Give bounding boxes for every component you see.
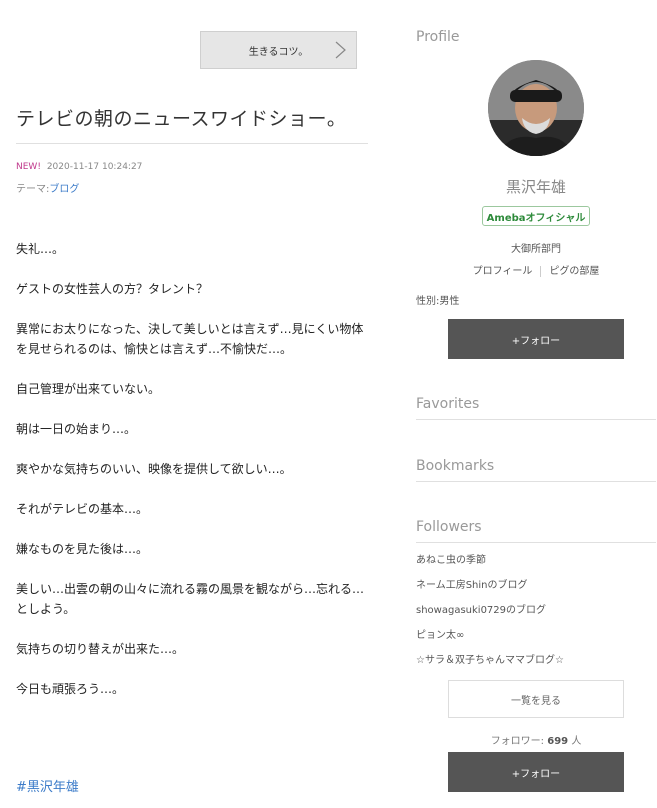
article-paragraph: 今日も頑張ろう…。 — [16, 682, 125, 696]
bookmarks-divider — [416, 481, 656, 482]
profile-heading: Profile — [416, 29, 460, 45]
theme-link[interactable]: ブログ — [49, 184, 79, 195]
profile-gender: 性別:男性 — [416, 296, 460, 307]
official-badge: Amebaオフィシャル — [482, 206, 590, 226]
favorites-heading: Favorites — [416, 396, 480, 412]
see-all-followers-button[interactable]: 一覧を見る — [448, 680, 624, 718]
profile-name: 黒沢年雄 — [505, 178, 566, 196]
follower-item[interactable]: ネーム工房Shinのブログ — [416, 573, 656, 598]
followers-heading: Followers — [416, 519, 482, 535]
follower-count-unit: 人 — [571, 736, 582, 747]
profile-department[interactable]: 大御所部門 — [416, 240, 656, 255]
article-body: 失礼…。 ゲストの女性芸人の方？タレント？ 異常にお太りになった、決して美しいと… — [16, 239, 368, 719]
profile-photo-icon — [488, 60, 584, 156]
avatar[interactable] — [488, 60, 584, 156]
profile-links: プロフィール ピグの部屋 — [416, 262, 656, 277]
article-paragraph: それがテレビの基本…。 — [16, 502, 149, 516]
follow-button-bottom[interactable]: +フォロー — [448, 752, 624, 792]
chevron-right-icon — [335, 41, 346, 59]
followers-list: あねこ虫の季節 ネーム工房Shinのブログ showagasuki0729のブロ… — [416, 548, 656, 673]
article-paragraph: 気持ちの切り替えが出来た…。 — [16, 642, 185, 656]
follower-count-value: 699 — [547, 736, 569, 747]
article-theme: テーマ:ブログ — [16, 180, 79, 195]
article-paragraph: 嫌なものを見た後は…。 — [16, 542, 149, 556]
article-title: テレビの朝のニュースワイドショー。 — [16, 108, 347, 130]
profile-link[interactable]: プロフィール — [473, 266, 533, 277]
bookmarks-heading: Bookmarks — [416, 458, 495, 474]
article-paragraph: 爽やかな気持ちのいい、映像を提供して欲しい…。 — [16, 462, 292, 476]
next-article-button[interactable]: 生きるコツ。 — [200, 31, 357, 69]
follower-item[interactable]: あねこ虫の季節 — [416, 548, 656, 573]
followers-divider — [416, 542, 656, 543]
favorites-divider — [416, 419, 656, 420]
title-divider — [16, 143, 368, 144]
article-paragraph: 自己管理が出来ていない。 — [16, 382, 161, 396]
article-paragraph: 異常にお太りになった、決して美しいとは言えず…見にくい物体を見せられるのは、愉快… — [16, 322, 364, 356]
new-badge: NEW! — [16, 162, 41, 172]
article-datetime: 2020-11-17 10:24:27 — [46, 162, 143, 172]
follow-button[interactable]: +フォロー — [448, 319, 624, 359]
follower-item[interactable]: showagasuki0729のブログ — [416, 598, 656, 623]
pig-room-link[interactable]: ピグの部屋 — [549, 266, 599, 277]
next-article-label: 生きるコツ。 — [248, 46, 309, 58]
follower-count: フォロワー: 699 人 — [416, 732, 656, 747]
hashtag-link[interactable]: #黒沢年雄 — [16, 776, 79, 795]
article-paragraph: 失礼…。 — [16, 242, 65, 256]
follower-count-label: フォロワー: — [490, 736, 545, 747]
follower-item[interactable]: ☆サラ＆双子ちゃんママブログ☆ — [416, 648, 656, 673]
article-paragraph: ゲストの女性芸人の方？タレント？ — [16, 282, 209, 296]
theme-label: テーマ: — [16, 184, 50, 195]
follower-item[interactable]: ピョン太∞ — [416, 623, 656, 648]
article-paragraph: 朝は一日の始まり…。 — [16, 422, 137, 436]
link-separator — [540, 265, 542, 277]
article-meta: NEW! 2020-11-17 10:24:27 — [16, 162, 142, 172]
article-paragraph: 美しい…出雲の朝の山々に流れる霧の風景を観ながら…忘れる…としよう。 — [16, 582, 365, 616]
